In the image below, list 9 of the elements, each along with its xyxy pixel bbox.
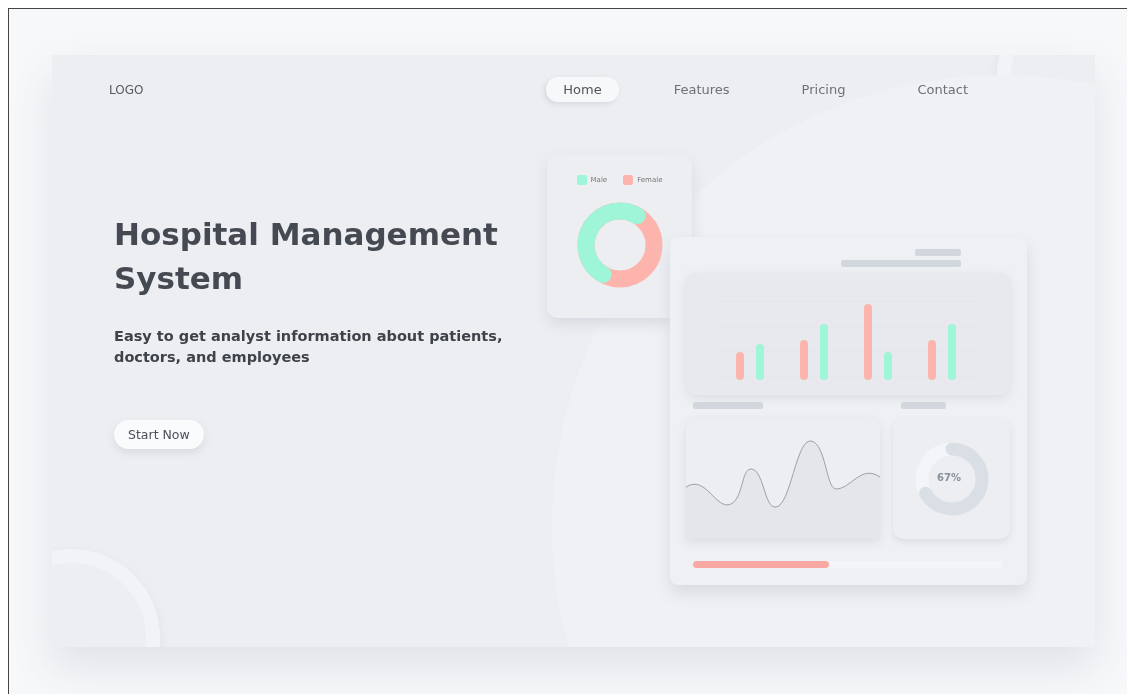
gauge-reading: 67% [937,472,961,483]
logo-text[interactable]: LOGO [109,82,144,97]
nav-link[interactable]: Pricing [784,77,863,102]
hero-title: Hospital Management System [114,215,499,298]
nav-link[interactable]: Contact [900,77,985,102]
nav-link[interactable]: Features [656,77,747,102]
hero-subtitle: Easy to get analyst information about patients, doctors, and employees [114,327,504,367]
nav-link[interactable]: Home [546,77,619,102]
start-now-button[interactable]: Start Now [114,420,204,449]
